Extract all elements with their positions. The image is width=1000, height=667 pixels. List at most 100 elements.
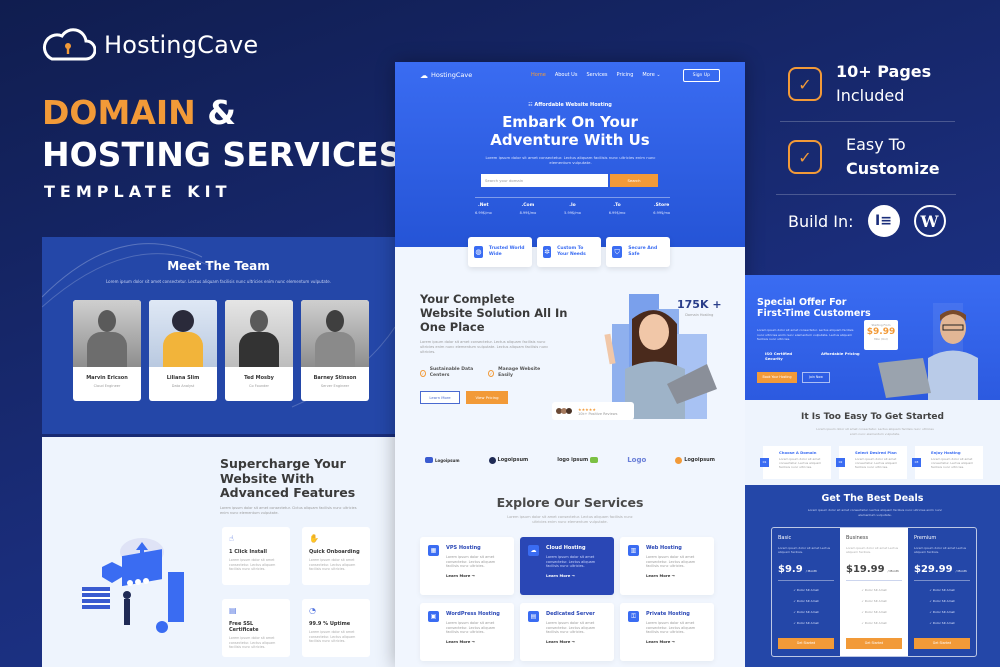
service-card[interactable]: ▤ Dedicated Server Lorem ipsum dolor sit a… — [520, 603, 614, 661]
get-started-button[interactable]: Get Started — [914, 638, 970, 649]
pointer-icon: ☝ — [229, 534, 234, 543]
service-card[interactable]: ☁ Cloud Hosting Lorem ipsum dolor sit amet… — [520, 537, 614, 595]
plan-feature: ✓ Dolor Sit Amet — [861, 621, 887, 626]
join-now-button[interactable]: Join Now — [802, 372, 830, 383]
service-desc: Lorem ipsum dolor sit amet consectetur. … — [446, 555, 496, 568]
price-period: / Month — [955, 569, 967, 574]
tld-price: 5.99$/mo — [564, 211, 581, 215]
pricing-plans: Basic Lorem ipsum dolor sit amet Lectus … — [771, 527, 977, 657]
headline: DOMAIN & HOSTING SERVICES — [42, 92, 403, 176]
team-card[interactable]: Liliana Slim Data Analyst — [149, 300, 217, 401]
tld-item: .Io 5.99$/mo — [564, 203, 581, 215]
team-card[interactable]: Marvin Ericson Cloud Engineer — [73, 300, 141, 401]
learn-more-link[interactable]: Learn More → — [446, 639, 506, 644]
feature-desc: Lorem ipsum dolor sit amet consectetur. … — [229, 558, 276, 571]
step-desc: Lorem ipsum dolor sit amet consectetur. … — [779, 457, 822, 469]
learn-more-button[interactable]: Learn More — [420, 391, 460, 404]
nav-logo[interactable]: ☁ HostingCave — [420, 71, 472, 80]
domain-stat: 175K + Domain Hosting — [677, 298, 722, 317]
learn-more-link[interactable]: Learn More → — [546, 573, 606, 578]
learn-more-link[interactable]: Learn More → — [646, 639, 706, 644]
plan-desc: Lorem ipsum dolor sit amet Lectus aliqua… — [778, 546, 831, 555]
nav-home[interactable]: Home — [531, 72, 546, 78]
special-offer-section: Special Offer For First-Time Customers L… — [745, 275, 1000, 400]
tld-price: 8.99$/mo — [519, 211, 537, 215]
nav-more[interactable]: More ⌄ — [642, 72, 660, 78]
step-number: 03 — [912, 458, 921, 467]
partner-logo: Logoipsum — [425, 457, 460, 463]
divider — [778, 580, 834, 582]
team-card[interactable]: Barney Stinson Server Engineer — [301, 300, 369, 401]
services-title: Explore Our Services — [496, 495, 644, 510]
plan-feature: ✓ Dolor Sit Amet — [793, 621, 819, 626]
nav-services[interactable]: Services — [586, 72, 607, 78]
nav-about[interactable]: About Us — [555, 72, 578, 78]
feature-light: Included — [836, 86, 905, 105]
divider — [776, 194, 956, 195]
search-button[interactable]: Search — [610, 174, 658, 187]
member-role: Server Engineer — [320, 384, 350, 388]
feature-name: Quick Onboarding — [309, 549, 360, 555]
step-name: Enjoy Hosting — [931, 450, 961, 455]
plan-price: $19.99/ Month — [846, 564, 902, 575]
check-item: ✓ Manage Website Easily — [488, 367, 546, 379]
badge-custom: ✲ Custom To Your Needs — [537, 237, 601, 267]
learn-more-link[interactable]: Learn More → — [446, 573, 506, 578]
step-number: 01 — [760, 458, 769, 467]
member-photo — [73, 300, 141, 367]
offer-title: Special Offer For First-Time Customers — [757, 297, 871, 319]
domain-search-input[interactable]: Search your domain — [481, 174, 608, 187]
hero-tag: ☷ Affordable Website Hosting — [528, 102, 612, 108]
price-value: $9.99 — [866, 327, 896, 337]
nav-pricing[interactable]: Pricing — [617, 72, 634, 78]
check-label: Sustainable Data Centers — [429, 367, 474, 378]
offer-feature: Affordable Pricing — [821, 351, 860, 356]
cloud-lock-icon — [42, 28, 96, 61]
certificate-icon: ▤ — [229, 606, 237, 615]
supercharge-subtitle: Lorem ipsum dolor sit amet consectetur. … — [220, 506, 357, 515]
hero-text: Lorem ipsum dolor sit amet consectetur. … — [485, 155, 656, 165]
badge-trusted: ◍ Trusted World Wide — [468, 237, 532, 267]
service-card[interactable]: ▥ Web Hosting Lorem ipsum dolor sit amet c… — [620, 537, 714, 595]
logo-text: Logoipsum — [684, 457, 715, 463]
plan-feature: ✓ Dolor Sit Amet — [929, 599, 955, 604]
member-role: Data Analyst — [171, 384, 195, 388]
get-started-button[interactable]: Get Started — [846, 638, 902, 649]
service-card[interactable]: ▣ WordPress Hosting Lorem ipsum dolor sit … — [420, 603, 514, 661]
logo-text: Logoipsum — [435, 457, 460, 463]
team-card[interactable]: Ted Mosby Co Founder — [225, 300, 293, 401]
logo-text: Logoipsum — [497, 457, 529, 463]
member-name: Marvin Ericson — [86, 375, 128, 381]
price-card: Starting From $9.99 Mon (Unl) — [864, 320, 898, 350]
tld-item: .To 6.99$/mo — [609, 203, 626, 215]
service-desc: Lorem ipsum dolor sit amet consectetur. … — [446, 621, 496, 634]
build-in: Build In: Ⅰ≡ W — [788, 205, 946, 237]
service-card[interactable]: ⚿ Private Hosting Lorem ipsum dolor sit am… — [620, 603, 714, 661]
deals-title: Get The Best Deals — [821, 493, 924, 504]
step-number: 02 — [836, 458, 845, 467]
check-label: Manage Website Easily — [498, 367, 541, 378]
signup-button[interactable]: Sign Up — [682, 68, 720, 82]
tld-item: .Com 8.99$/mo — [520, 203, 537, 215]
solution-title: Your Complete Website Solution All In On… — [420, 292, 568, 334]
learn-more-link[interactable]: Learn More → — [646, 573, 706, 578]
view-pricing-button[interactable]: View Pricing — [466, 391, 508, 404]
solution-text: Lorem ipsum dolor sit amet consectetur. … — [420, 340, 549, 355]
team-subtitle: Lorem ipsum dolor sit amet consectetur. … — [106, 279, 331, 284]
learn-more-link[interactable]: Learn More → — [546, 639, 606, 644]
headline-line2: HOSTING SERVICES — [42, 135, 403, 174]
service-name: Private Hosting — [646, 611, 690, 617]
step-card: 03 Enjoy Hosting Lorem ipsum dolor sit ame… — [912, 446, 983, 479]
stat-label: Domain Hosting — [685, 313, 714, 317]
feature-desc: Lorem ipsum dolor sit amet consectetur. … — [309, 558, 356, 571]
team-title: Meet The Team — [167, 259, 270, 273]
get-started-button[interactable]: Get Started — [778, 638, 834, 649]
book-hosting-button[interactable]: Book Your Hosting — [757, 372, 797, 383]
review-badge: ★★★★★ 10k+ Positive Reviews — [552, 402, 634, 420]
nav-links: Home About Us Services Pricing More ⌄ — [531, 72, 661, 78]
step-name: Select Desired Plan — [855, 450, 897, 455]
feature-card: ▤ Free SSL Certificate Lorem ipsum dolor s… — [222, 599, 290, 657]
service-card[interactable]: ▦ VPS Hosting Lorem ipsum dolor sit amet c… — [420, 537, 514, 595]
brand-name: HostingCave — [104, 31, 259, 59]
service-desc: Lorem ipsum dolor sit amet consectetur. … — [546, 555, 596, 568]
